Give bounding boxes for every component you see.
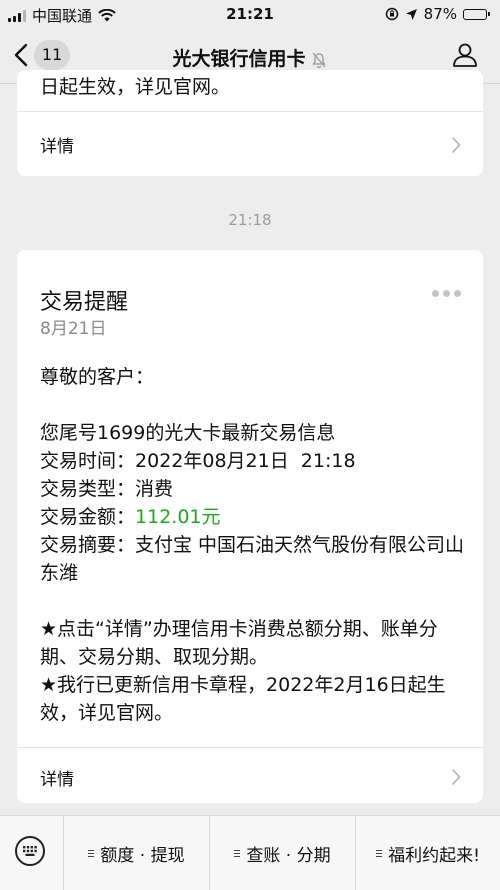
transaction-summary-row: 交易摘要：支付宝 中国石油天然气股份有限公司山东潍 (40, 531, 465, 587)
menu-item-bill-installment[interactable]: 查账 · 分期 (210, 816, 356, 890)
previous-message-card: 日起生效，详见官网。 详情 (17, 70, 483, 176)
menu-lines-icon (88, 849, 95, 857)
greeting-text: 尊敬的客户： (40, 366, 155, 388)
previous-detail-link[interactable]: 详情 (17, 111, 483, 176)
menu-item-benefits[interactable]: 福利约起来! (356, 816, 500, 890)
message-body: 尊敬的客户： 您尾号1699的光大卡最新交易信息 交易时间：2022年08月21… (40, 363, 465, 727)
transaction-amount-value: 112.01元 (135, 506, 221, 528)
location-icon (405, 8, 417, 20)
mute-bell-icon (311, 52, 326, 68)
transaction-amount-row: 交易金额：112.01元 (40, 503, 465, 531)
battery-icon (463, 8, 490, 20)
intro-text: 您尾号1699的光大卡最新交易信息 (40, 422, 336, 444)
card-date: 8月21日 (40, 319, 107, 339)
terms-update-note: ★我行已更新信用卡章程，2022年2月16日起生效，详见官网。 (40, 674, 446, 724)
transaction-time-row: 交易时间：2022年08月21日 21:18 (40, 447, 465, 475)
more-options-icon[interactable] (432, 290, 461, 297)
keyboard-toggle-button[interactable] (0, 816, 64, 890)
profile-icon[interactable] (452, 42, 478, 68)
transaction-type-label: 交易类型： (40, 478, 136, 500)
transaction-type-value: 消费 (135, 478, 174, 500)
transaction-time-value: 2022年08月21日 21:18 (135, 450, 356, 472)
previous-message-text: 日起生效，详见官网。 (40, 76, 231, 98)
message-timestamp: 21:18 (228, 211, 272, 229)
menu-item-label: 福利约起来! (388, 845, 480, 866)
status-bar: 中国联通 21:21 87% (0, 0, 500, 30)
transaction-amount-label: 交易金额： (40, 506, 136, 528)
battery-percent: 87% (423, 5, 457, 23)
menu-lines-icon (234, 849, 241, 857)
detail-label: 详情 (40, 770, 74, 790)
menu-item-credit-limit[interactable]: 额度 · 提现 (64, 816, 210, 890)
rotation-lock-icon (385, 7, 398, 21)
menu-item-label: 额度 · 提现 (100, 845, 185, 866)
transaction-summary-label: 交易摘要： (40, 534, 136, 556)
chevron-right-icon (451, 768, 461, 786)
chat-title: 光大银行信用卡 (0, 44, 500, 71)
chevron-right-icon (451, 136, 461, 154)
card-title: 交易提醒 (40, 290, 129, 315)
chat-title-text: 光大银行信用卡 (172, 48, 306, 70)
bottom-menu-bar: 额度 · 提现 查账 · 分期 福利约起来! (0, 815, 500, 890)
installment-note: ★点击“详情”办理信用卡消费总额分期、账单分期、交易分期、取现分期。 (40, 618, 438, 668)
keyboard-icon (15, 836, 45, 866)
transaction-type-row: 交易类型：消费 (40, 475, 465, 503)
transaction-detail-link[interactable]: 详情 (17, 747, 483, 804)
menu-item-label: 查账 · 分期 (246, 845, 331, 866)
transaction-alert-card: 交易提醒 8月21日 尊敬的客户： 您尾号1699的光大卡最新交易信息 交易时间… (17, 250, 483, 803)
detail-label: 详情 (40, 137, 74, 157)
transaction-time-label: 交易时间： (40, 450, 136, 472)
menu-lines-icon (376, 849, 383, 857)
